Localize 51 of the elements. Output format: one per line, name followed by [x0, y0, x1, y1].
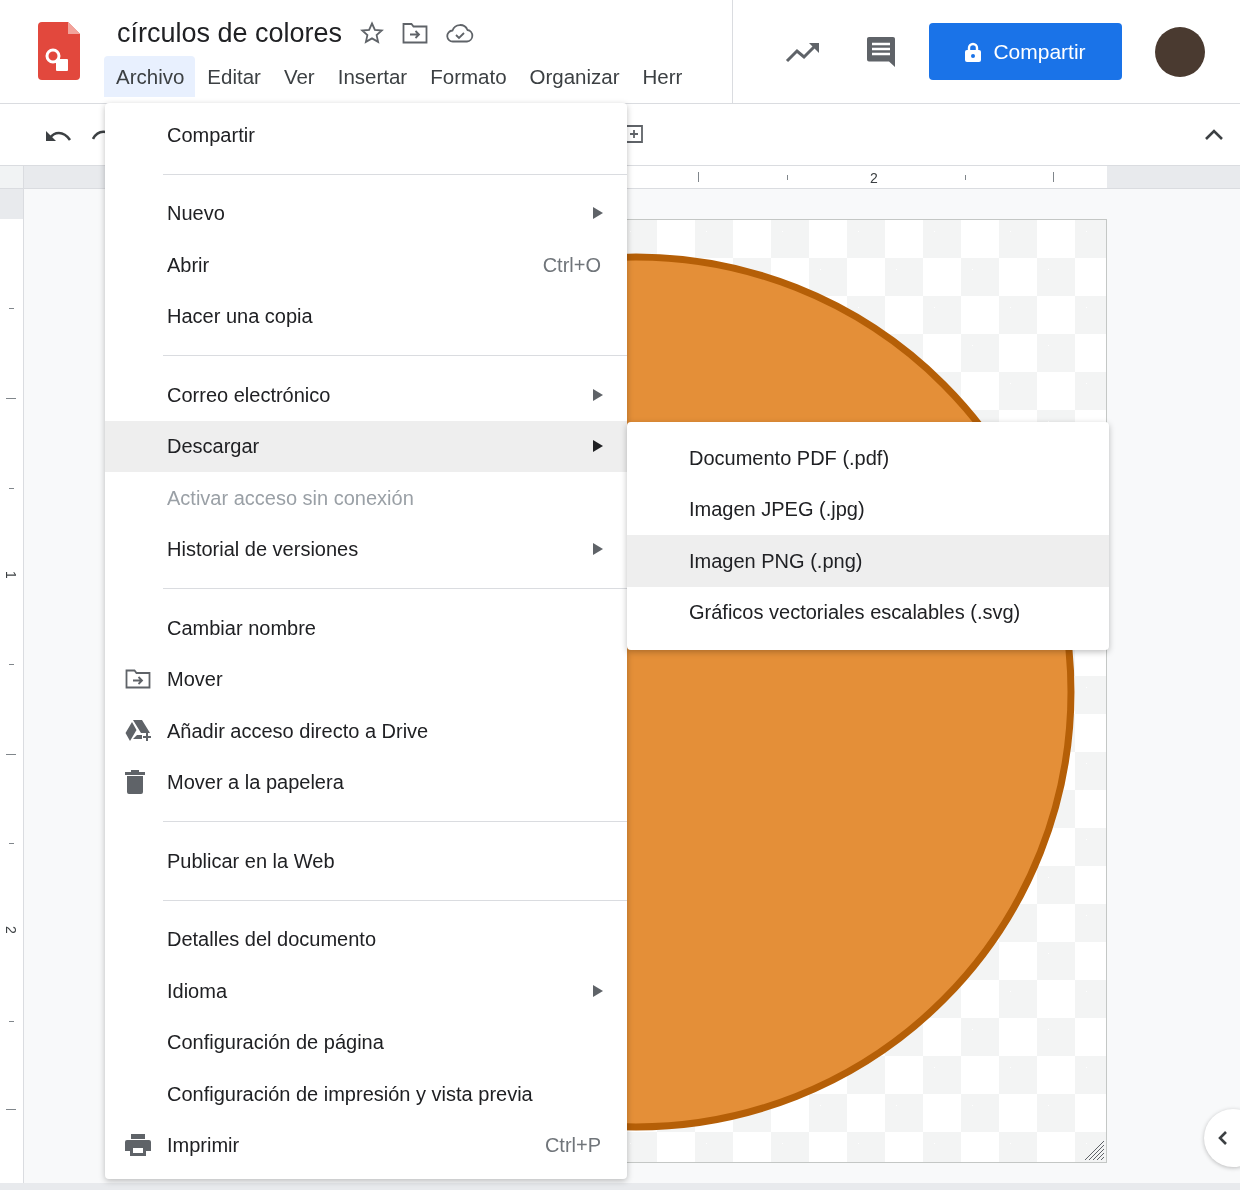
menu-item[interactable]: Nuevo [105, 187, 627, 239]
menu-bar-item[interactable]: Insertar [325, 56, 419, 97]
menu-bar-item[interactable]: Archivo [104, 56, 196, 97]
shortcut-text: Ctrl+O [542, 252, 601, 278]
drive-shortcut-icon [125, 718, 151, 743]
star-icon[interactable] [360, 21, 385, 45]
menu-item[interactable]: Imprimir Ctrl+P [105, 1119, 627, 1171]
menu-item[interactable]: Imagen PNG (.png) [627, 535, 1109, 587]
comment-icon[interactable] [865, 35, 897, 68]
menu-item[interactable]: Idioma [105, 965, 627, 1017]
menu-item[interactable]: Cambiar nombre [105, 602, 627, 654]
trend-icon[interactable] [785, 40, 821, 63]
trash-icon [125, 770, 145, 795]
share-button[interactable]: Compartir [929, 23, 1122, 80]
avatar[interactable] [1155, 26, 1205, 77]
redo-icon[interactable] [92, 128, 106, 141]
drawings-logo-icon[interactable] [38, 22, 80, 80]
menu-item[interactable]: Documento PDF (.pdf) [627, 432, 1109, 484]
menu-item[interactable]: Gráficos vectoriales escalables (.svg) [627, 586, 1109, 638]
document-title[interactable]: círculos de colores [117, 16, 343, 50]
ruler-number: 2 [2, 926, 19, 934]
menu-bar-item[interactable]: Editar [195, 56, 272, 97]
menu-item[interactable]: Mover [105, 653, 627, 705]
menu-item[interactable]: Descargar [105, 420, 627, 472]
menu-item[interactable]: Configuración de página [105, 1016, 627, 1068]
menu-item[interactable]: Imagen JPEG (.jpg) [627, 483, 1109, 535]
printer-icon [125, 1134, 151, 1157]
ruler-number: 2 [870, 169, 878, 188]
menu-item[interactable]: Añadir acceso directo a Drive [105, 705, 627, 757]
chevron-left-icon [1218, 1130, 1228, 1146]
menu-bar-item[interactable]: Herr [630, 56, 694, 97]
folder-move-icon [125, 669, 151, 690]
lock-icon [965, 41, 982, 62]
menu-bar-item[interactable]: Ver [271, 56, 326, 97]
menu-item[interactable]: Publicar en la Web [105, 835, 627, 887]
menu-item[interactable]: Compartir [105, 109, 627, 161]
ruler-number: 1 [2, 571, 19, 579]
cloud-check-icon[interactable] [446, 23, 475, 43]
shortcut-text: Ctrl+P [544, 1133, 601, 1159]
chevron-up-icon[interactable] [1204, 128, 1224, 141]
menu-item[interactable]: Mover a la papelera [105, 756, 627, 808]
resize-handle-icon[interactable] [1083, 1139, 1105, 1161]
menu-item[interactable]: Hacer una copia [105, 290, 627, 342]
menu-bar-item[interactable]: Formato [418, 56, 518, 97]
menu-item[interactable]: Detalles del documento [105, 913, 627, 965]
menu-item[interactable]: Configuración de impresión y vista previa [105, 1068, 627, 1120]
menu-item[interactable]: Correo electrónico [105, 369, 627, 421]
menu-item[interactable]: Historial de versiones [105, 523, 627, 575]
menu-item[interactable]: Abrir Ctrl+O [105, 239, 627, 291]
folder-move-icon[interactable] [402, 22, 429, 44]
menu-bar-item[interactable]: Organizar [517, 56, 631, 97]
